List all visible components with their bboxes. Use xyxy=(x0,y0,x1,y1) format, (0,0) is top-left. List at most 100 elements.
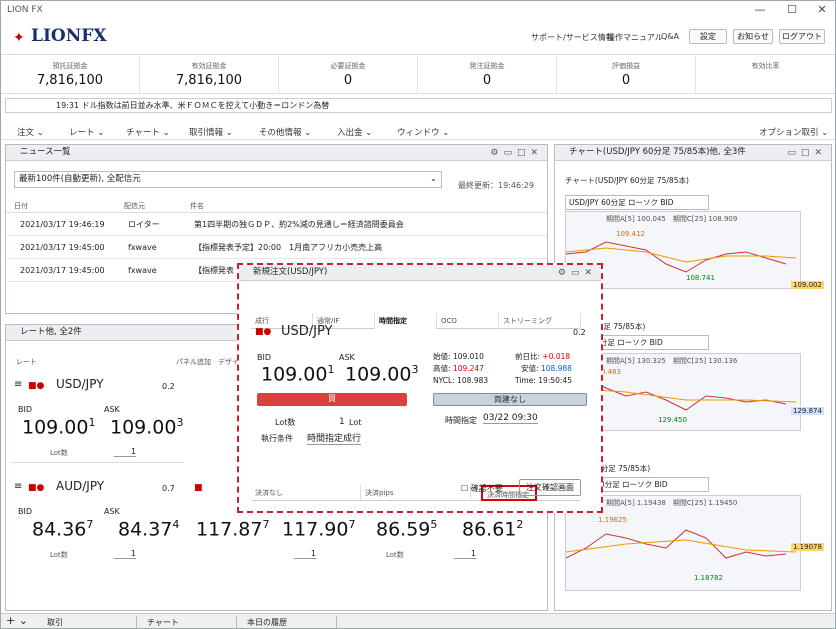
logo: LIONFX xyxy=(31,26,107,46)
app-window: LION FX — ☐ ✕ ✦ LIONFX サポート/サービス情報 操作マニュ… xyxy=(0,0,836,629)
account-summary: 預託証拠金 7,816,100 有効証拠金 7,816,100 必要証拠金 0 発注証… xyxy=(1,56,835,94)
footer-tab-trade[interactable]: 取引 xyxy=(41,616,137,628)
rate-col-label: レート xyxy=(16,358,37,366)
tab-streaming[interactable]: ストリーミング xyxy=(499,313,581,329)
flag-us-icon: ■● xyxy=(255,327,272,337)
panel-controls-icon[interactable]: ▭□✕ xyxy=(787,146,827,161)
summary-item: 必要証拠金 0 xyxy=(279,56,418,94)
notice-button[interactable]: お知らせ xyxy=(733,29,773,44)
pair-name: USD/JPY xyxy=(56,377,104,391)
cond-select[interactable]: 時間指定成行 xyxy=(307,431,362,445)
menu-rate[interactable]: レート ⌄ xyxy=(69,126,104,138)
time-input[interactable]: 03/22 09:30 xyxy=(483,413,538,424)
maximize-icon[interactable]: ☐ xyxy=(777,3,807,19)
lot-input[interactable]: 1 xyxy=(294,549,316,559)
qa-link[interactable]: Q&A xyxy=(661,32,679,41)
confirm-checkbox[interactable]: ☐ 確認不要 xyxy=(461,483,503,494)
close-icon[interactable]: ✕ xyxy=(807,3,835,19)
hedge-select[interactable]: 両建なし xyxy=(433,393,587,406)
footer-tab-chart[interactable]: チャート xyxy=(141,616,237,628)
main-menu: 注文 ⌄ レート ⌄ チャート ⌄ 取引情報 ⌄ その他情報 ⌄ 入出金 ⌄ ウ… xyxy=(1,122,835,140)
app-title: LION FX xyxy=(7,5,43,15)
summary-item: 評価損益 0 xyxy=(557,56,696,94)
drag-handle-icon[interactable]: ≡ xyxy=(14,481,22,492)
time-label: 時間指定 xyxy=(445,416,477,425)
news-filter-select[interactable]: 最新100件(自動更新), 全配信元 ⌄ xyxy=(14,171,442,188)
lot-input[interactable]: 1 xyxy=(114,549,136,559)
pair-name: AUD/JPY xyxy=(56,479,105,493)
rate-tools[interactable]: パネル追加 デザイン xyxy=(176,357,246,367)
lot-input[interactable]: 1 xyxy=(339,417,345,427)
chart-panel-title[interactable]: チャート(USD/JPY 60分足 75/85本)他, 全3件 ▭□✕ xyxy=(555,145,831,161)
ask-label: ASK xyxy=(104,405,120,414)
cond-label: 執行条件 xyxy=(261,434,293,443)
table-row[interactable]: 2021/03/17 19:46:19 ロイター 第1四半期の独ＧＤＰ、約2%減の見… xyxy=(6,213,547,236)
tab-time[interactable]: 時間指定 xyxy=(375,313,437,329)
current-price: 129.874 xyxy=(791,407,824,415)
add-icon[interactable]: + ⌄ xyxy=(6,614,28,627)
menu-other-info[interactable]: その他情報 ⌄ xyxy=(259,126,311,138)
ask-price[interactable]: 84.374 xyxy=(118,518,179,540)
ask-price[interactable]: 117.907 xyxy=(282,518,355,540)
menu-window[interactable]: ウィンドウ ⌄ xyxy=(397,126,449,138)
rate-card-usdjpy[interactable]: ≡ ■● USD/JPY 0.2 BID ASK 109.001 109.003… xyxy=(10,373,184,463)
order-bid-price[interactable]: 109.001 xyxy=(261,363,334,385)
table-row[interactable]: 2021/03/17 19:45:00 fxwave 【指標発表予定】20:00 1… xyxy=(6,236,547,259)
bid-label: BID xyxy=(257,353,272,362)
lot-unit: Lot xyxy=(349,418,362,427)
bid-price[interactable]: 86.595 xyxy=(376,518,437,540)
settings-button[interactable]: 設定 xyxy=(689,29,727,44)
flag-au-icon: ■● xyxy=(28,483,45,493)
ask-label: ASK xyxy=(104,507,120,516)
order-stats: 始値: 109.010 前日比: +0.018 高値: 109.247 安値: … xyxy=(433,352,572,385)
bid-price[interactable]: 117.877 xyxy=(196,518,269,540)
summary-item: 有効証拠金 7,816,100 xyxy=(140,56,279,94)
menu-option[interactable]: オプション取引 ⌄ xyxy=(759,126,828,138)
ask-label: ASK xyxy=(339,353,355,362)
tab-no-settle[interactable]: 決済なし xyxy=(251,485,361,501)
lot-label: Lot数 xyxy=(50,449,68,457)
drag-handle-icon[interactable]: ≡ xyxy=(14,379,22,390)
order-ask-price[interactable]: 109.003 xyxy=(345,363,418,385)
footer-bar: + ⌄ 取引 チャート 本日の履歴 xyxy=(1,613,835,628)
bid-label: BID xyxy=(18,507,33,516)
rate-card-audjpy[interactable]: ≡ ■● AUD/JPY 0.7 BID ASK 84.367 84.374 L… xyxy=(10,475,184,565)
confirm-order-button[interactable]: 注文確認画面 xyxy=(519,479,581,496)
menu-trade-info[interactable]: 取引情報 ⌄ xyxy=(189,126,233,138)
summary-item: 発注証拠金 0 xyxy=(418,56,557,94)
flag-ch-icon: ■ xyxy=(194,483,203,493)
current-price: 109.002 xyxy=(791,281,824,289)
bid-price[interactable]: 84.367 xyxy=(32,518,93,540)
bid-label: BID xyxy=(18,405,33,414)
minimize-icon[interactable]: — xyxy=(745,3,775,19)
buy-button[interactable]: 買 xyxy=(257,393,407,406)
lot-label: Lot数 xyxy=(275,418,296,427)
news-panel-title[interactable]: ニュース一覧 ⚙▭□✕ xyxy=(6,145,547,161)
menu-chart[interactable]: チャート ⌄ xyxy=(126,126,170,138)
panel-controls-icon[interactable]: ⚙▭□✕ xyxy=(490,146,543,161)
lot-label: Lot数 xyxy=(386,551,404,559)
bid-price[interactable]: 109.001 xyxy=(22,416,95,438)
lion-logo-icon: ✦ xyxy=(13,30,25,46)
ask-price[interactable]: 109.003 xyxy=(110,416,183,438)
footer-tab-history[interactable]: 本日の履歴 xyxy=(241,616,337,628)
dialog-controls-icon[interactable]: ⚙▭✕ xyxy=(558,266,597,281)
order-dialog-title[interactable]: 新規注文(USD/JPY) ⚙▭✕ xyxy=(239,265,601,281)
order-dialog: 新規注文(USD/JPY) ⚙▭✕ 成行 通常/IF 時間指定 OCO ストリーミ… xyxy=(237,263,603,513)
lot-input[interactable]: 1 xyxy=(454,549,476,559)
news-ticker[interactable]: 19:31 ドル指数は前日並み水準、米ＦＯＭＣを控えて小動き＝ロンドン為替 xyxy=(5,98,832,113)
order-pair[interactable]: USD/JPY xyxy=(281,324,333,339)
tab-oco[interactable]: OCO xyxy=(437,313,499,329)
support-link[interactable]: サポート/サービス情報 xyxy=(531,32,614,43)
manual-link[interactable]: 操作マニュアル xyxy=(607,32,663,43)
current-price: 1.19078 xyxy=(791,543,824,551)
menu-deposit[interactable]: 入出金 ⌄ xyxy=(337,126,372,138)
lot-label: Lot数 xyxy=(50,551,68,559)
chart-pair-select[interactable]: USD/JPY 60分足 ローソク BID xyxy=(565,195,709,210)
logout-button[interactable]: ログアウト xyxy=(779,29,825,44)
tab-settle-pips[interactable]: 決済pips xyxy=(361,485,471,501)
menu-order[interactable]: 注文 ⌄ xyxy=(17,126,44,138)
ask-price[interactable]: 86.612 xyxy=(462,518,523,540)
news-table-header: 日付 配信元 件名 xyxy=(6,199,547,213)
lot-input[interactable]: 1 xyxy=(114,447,136,457)
